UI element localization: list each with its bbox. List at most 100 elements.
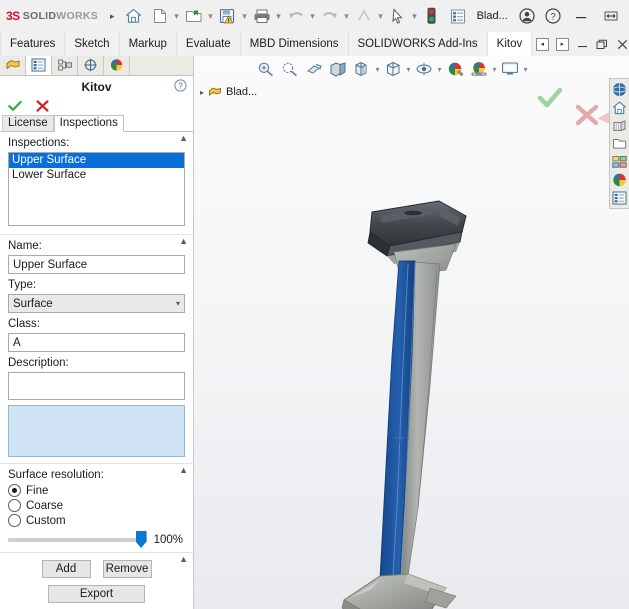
select-dropdown-icon[interactable]: ▾	[411, 11, 419, 22]
view-settings-icon[interactable]	[498, 57, 522, 81]
view-palette-icon[interactable]	[611, 153, 628, 170]
help-icon[interactable]: ?	[174, 79, 187, 92]
doc-restore-button[interactable]	[592, 33, 612, 55]
doc-next-button[interactable]: ▸	[552, 33, 572, 55]
doc-minimize-button[interactable]	[572, 33, 592, 55]
class-label: Class:	[8, 318, 185, 330]
add-button[interactable]: Add	[42, 560, 91, 578]
collapse-chevron-icon[interactable]: ▲	[179, 134, 188, 143]
collapse-chevron-icon[interactable]: ▲	[179, 466, 188, 475]
tab-license[interactable]: License	[2, 115, 54, 131]
graphics-viewport[interactable]: ▾ ▾ ▾ ▾ ▾ ▸	[194, 56, 629, 609]
view-orientation-dropdown-icon[interactable]: ▾	[374, 65, 381, 74]
traffic-light-icon[interactable]	[419, 3, 445, 29]
property-manager-tab[interactable]	[26, 56, 52, 75]
tab-sketch[interactable]: Sketch	[65, 32, 119, 56]
home-icon[interactable]	[121, 3, 147, 29]
feature-tree[interactable]: ▸ Blad...	[200, 86, 257, 98]
new-document-icon[interactable]	[147, 3, 173, 29]
appearances-scenes-icon[interactable]	[611, 171, 628, 188]
list-item[interactable]: Lower Surface	[9, 168, 184, 183]
resolution-slider-handle[interactable]	[136, 531, 147, 548]
file-explorer-icon[interactable]	[611, 117, 628, 134]
radio-custom[interactable]: Custom	[8, 514, 185, 527]
edit-appearance-icon[interactable]	[443, 57, 467, 81]
name-input[interactable]: Upper Surface	[8, 255, 185, 274]
search-folder-icon[interactable]	[611, 135, 628, 152]
tree-expand-icon[interactable]: ▸	[200, 88, 204, 97]
open-folder-icon[interactable]	[181, 3, 207, 29]
class-input[interactable]: A	[8, 333, 185, 352]
collapse-chevron-icon[interactable]: ▲	[179, 237, 188, 246]
help-icon[interactable]: ?	[540, 3, 566, 29]
open-dropdown-icon[interactable]: ▾	[207, 11, 215, 22]
blade-platform	[342, 574, 456, 609]
description-input[interactable]	[8, 372, 185, 400]
undo-dropdown-icon[interactable]: ▾	[309, 11, 317, 22]
resolution-slider-row: 100%	[8, 534, 185, 546]
viewport-confirm-ok[interactable]	[537, 87, 563, 109]
configuration-manager-tab[interactable]	[52, 56, 78, 75]
tab-inspections[interactable]: Inspections	[54, 115, 124, 132]
list-item[interactable]: Upper Surface	[9, 153, 184, 168]
custom-properties-icon[interactable]	[611, 189, 628, 206]
tab-kitov[interactable]: Kitov	[488, 32, 533, 56]
dimxpert-manager-tab[interactable]	[78, 56, 104, 75]
cancel-button[interactable]	[36, 100, 49, 112]
options-icon[interactable]	[445, 3, 471, 29]
tab-evaluate[interactable]: Evaluate	[177, 32, 241, 56]
display-style-dropdown-icon[interactable]: ▾	[405, 65, 412, 74]
section-view-icon[interactable]	[326, 57, 350, 81]
save-warning-icon[interactable]	[215, 3, 241, 29]
undo-icon[interactable]	[283, 3, 309, 29]
new-document-dropdown-icon[interactable]: ▾	[173, 11, 181, 22]
hide-show-dropdown-icon[interactable]: ▾	[436, 65, 443, 74]
actions-section: ▲ Add Remove Export	[0, 553, 193, 609]
type-select[interactable]: Surface ▾	[8, 294, 185, 313]
resolution-slider[interactable]	[8, 538, 147, 542]
feature-manager-tab[interactable]	[0, 56, 26, 75]
remove-button[interactable]: Remove	[103, 560, 152, 578]
print-dropdown-icon[interactable]: ▾	[275, 11, 283, 22]
apply-scene-dropdown-icon[interactable]: ▾	[491, 65, 498, 74]
export-button[interactable]: Export	[48, 585, 145, 603]
radio-coarse[interactable]: Coarse	[8, 499, 185, 512]
collapse-chevron-icon[interactable]: ▲	[179, 555, 188, 564]
previous-view-icon[interactable]	[302, 57, 326, 81]
rebuild-dropdown-icon[interactable]: ▾	[377, 11, 385, 22]
hide-show-items-icon[interactable]	[412, 57, 436, 81]
radio-coarse-label: Coarse	[26, 500, 63, 512]
zoom-to-area-icon[interactable]	[278, 57, 302, 81]
tab-markup[interactable]: Markup	[120, 32, 177, 56]
restore-button[interactable]	[596, 1, 626, 31]
select-cursor-icon[interactable]	[385, 3, 411, 29]
add-remove-row: Add Remove	[8, 560, 185, 578]
rebuild-icon[interactable]	[351, 3, 377, 29]
save-dropdown-icon[interactable]: ▾	[241, 11, 249, 22]
tab-features[interactable]: Features	[0, 32, 65, 56]
tab-solidworks-add-ins[interactable]: SOLIDWORKS Add-Ins	[349, 32, 488, 56]
radio-fine[interactable]: Fine	[8, 484, 185, 497]
tab-mbd-dimensions[interactable]: MBD Dimensions	[241, 32, 349, 56]
apply-scene-icon[interactable]	[467, 57, 491, 81]
display-style-icon[interactable]	[381, 57, 405, 81]
view-orientation-icon[interactable]	[350, 57, 374, 81]
viewport-confirm-cancel[interactable]	[575, 104, 599, 126]
redo-dropdown-icon[interactable]: ▾	[343, 11, 351, 22]
redo-icon[interactable]	[317, 3, 343, 29]
print-icon[interactable]	[249, 3, 275, 29]
display-manager-tab[interactable]	[104, 56, 130, 75]
zoom-to-fit-icon[interactable]	[254, 57, 278, 81]
account-icon[interactable]	[514, 3, 540, 29]
design-library-icon[interactable]	[611, 99, 628, 116]
doc-close-button[interactable]	[612, 33, 629, 55]
type-label: Type:	[8, 279, 185, 291]
menu-expander-icon[interactable]: ▸	[104, 11, 121, 22]
doc-prev-button[interactable]: ◂	[532, 33, 552, 55]
sw-resources-icon[interactable]	[611, 81, 628, 98]
view-settings-dropdown-icon[interactable]: ▾	[522, 65, 529, 74]
minimize-button[interactable]	[566, 1, 596, 31]
inspections-list[interactable]: Upper Surface Lower Surface	[8, 152, 185, 226]
selection-box[interactable]	[8, 405, 185, 457]
ok-button[interactable]	[8, 100, 22, 112]
